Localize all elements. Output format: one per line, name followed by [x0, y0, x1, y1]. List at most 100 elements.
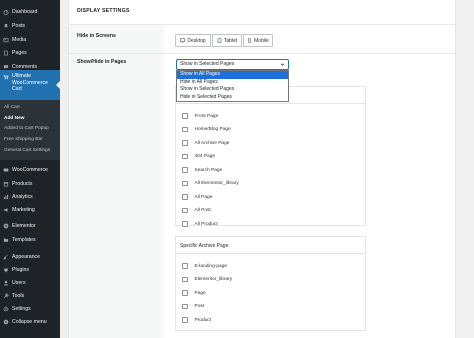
sidebar-item-plugins[interactable]: Plugins [0, 264, 60, 276]
dropdown-option[interactable]: Show in Selected Pages [177, 86, 288, 94]
screen-option-desktop[interactable]: Desktop [175, 34, 211, 47]
sidebar-item-label: Settings [12, 306, 31, 312]
sidebar-item-marketing[interactable]: Marketing [0, 204, 60, 216]
checkbox-row: All Post [182, 207, 211, 215]
sidebar-item-media[interactable]: Media [0, 34, 60, 46]
screen-option-label: Desktop [187, 37, 206, 44]
sidebar-item-label: Dashboard [12, 9, 38, 15]
checkbox-row: Post [182, 303, 204, 311]
collapse-icon [3, 319, 9, 325]
cart-submenu: All Cart Add New Added to Cart Popup Free S… [0, 100, 60, 160]
hide-in-screens-label: Hide in Screens [77, 33, 116, 39]
sidebar-item-label: Marketing [12, 207, 35, 213]
sidebar-item-woocommerce[interactable]: WooCommerce [0, 164, 60, 176]
page-icon [3, 50, 9, 56]
checkbox[interactable] [182, 221, 188, 227]
admin-sidebar: Dashboard Posts Media Pages Comments Ultimate… [0, 0, 60, 338]
checkbox-label: Post [194, 304, 205, 309]
pages-checklist-card: Front Page Home/Blog Page All Archive Page… [175, 86, 366, 228]
divider [69, 24, 457, 25]
checkbox-row: Front Page [182, 112, 218, 120]
checkbox-label: Elementor_library [194, 277, 233, 282]
desktop-icon [180, 38, 186, 43]
section-title: DISPLAY SETTINGS [77, 8, 130, 14]
dashboard-icon [3, 9, 9, 15]
checkbox-label: All Elementor_library [194, 181, 239, 186]
checkbox[interactable] [182, 317, 188, 323]
checkbox-row: All Page [182, 193, 212, 201]
checkbox-row: All Product [182, 220, 218, 228]
checkbox[interactable] [182, 140, 188, 146]
main-content: DISPLAY SETTINGS Hide in Screens Desktop… [60, 0, 474, 338]
checkbox[interactable] [182, 207, 188, 214]
folder-icon [3, 237, 9, 243]
sidebar-item-label: WooCommerce [12, 167, 48, 173]
submenu-item-all-cart[interactable]: All Cart [4, 105, 20, 110]
sidebar-item-tools[interactable]: Tools [0, 290, 60, 302]
checkbox-label: Front Page [194, 113, 219, 119]
sidebar-item-pages[interactable]: Pages [0, 47, 60, 59]
checkbox[interactable] [182, 194, 188, 200]
submenu-item-add-new[interactable]: Add New [4, 116, 25, 121]
woo-icon [3, 167, 9, 173]
submenu-item-general-cart-settings[interactable]: General Cart Settings [4, 148, 50, 153]
checkbox[interactable] [182, 290, 188, 296]
sidebar-item-dashboard[interactable]: Dashboard [0, 6, 60, 18]
sidebar-item-label: Users [12, 280, 26, 286]
sidebar-item-label: Collapse menu [12, 319, 47, 325]
settings-icon [3, 306, 9, 312]
sidebar-item-label: Media [12, 37, 27, 43]
sidebar-item-posts[interactable]: Posts [0, 20, 60, 32]
sidebar-item-users[interactable]: Users [0, 277, 60, 289]
checkbox-label: 404 Page [194, 154, 216, 159]
pages-visibility-select[interactable]: Show in Selected Pages [176, 59, 289, 70]
sidebar-item-label: Products [12, 181, 33, 187]
elementor-icon [3, 223, 9, 229]
checkbox-label: All Page [194, 194, 213, 200]
checkbox-row: 404 Page [182, 153, 215, 161]
submenu-item-added-to-cart-popup[interactable]: Added to Cart Popup [4, 126, 49, 131]
wrench-icon [3, 293, 9, 299]
checkbox[interactable] [182, 180, 188, 187]
sidebar-item-ultimate-woocommerce-cart[interactable]: Ultimate WooCommerce Cart [0, 70, 60, 100]
checkbox[interactable] [182, 276, 188, 283]
checkbox-row: Product [182, 316, 211, 324]
sidebar-item-elementor[interactable]: Elementor [0, 220, 60, 232]
dropdown-option[interactable]: Hide in Selected Pages [177, 94, 288, 102]
dropdown-option[interactable]: Show in All Pages [177, 71, 288, 79]
checkbox[interactable] [182, 263, 188, 269]
sidebar-item-label: Ultimate WooCommerce Cart [12, 73, 48, 92]
sidebar-item-products[interactable]: Products [0, 178, 60, 190]
sidebar-item-settings[interactable]: Settings [0, 303, 60, 315]
screen-option-mobile[interactable]: Mobile [243, 34, 273, 47]
submenu-item-free-shipping-bar[interactable]: Free Shipping Bar [4, 137, 43, 142]
checkbox[interactable] [182, 126, 188, 133]
sidebar-item-label: Elementor [12, 223, 36, 229]
screen-option-label: Tablet [223, 37, 238, 44]
sidebar-item-appearance[interactable]: Appearance [0, 251, 60, 263]
checkbox-label: Product [194, 317, 212, 323]
checkbox[interactable] [182, 167, 188, 173]
screen-option-label: Mobile [254, 37, 269, 44]
checkbox[interactable] [182, 113, 188, 119]
checkbox-row: E-landing-page [182, 262, 227, 270]
sidebar-item-collapse-menu[interactable]: Collapse menu [0, 316, 60, 328]
checkbox-label: All Post [194, 208, 211, 213]
sidebar-item-templates[interactable]: Templates [0, 234, 60, 246]
plug-icon [3, 267, 9, 273]
dropdown-option[interactable]: Hide in All Pages [177, 79, 288, 87]
sidebar-item-label: Plugins [12, 267, 30, 273]
sidebar-item-label: Templates [12, 237, 36, 243]
chart-icon [3, 194, 9, 200]
checkbox[interactable] [182, 303, 188, 310]
checkbox-row: Elementor_library [182, 276, 232, 284]
checkbox[interactable] [182, 153, 188, 160]
sidebar-item-label: Tools [12, 293, 25, 299]
divider [69, 53, 457, 54]
screen-option-tablet[interactable]: Tablet [212, 34, 242, 47]
sidebar-item-analytics[interactable]: Analytics [0, 191, 60, 203]
tablet-icon [217, 38, 222, 43]
media-icon [3, 37, 9, 43]
card-header: Specific Archive Page [176, 237, 365, 254]
cart-icon [3, 74, 9, 80]
